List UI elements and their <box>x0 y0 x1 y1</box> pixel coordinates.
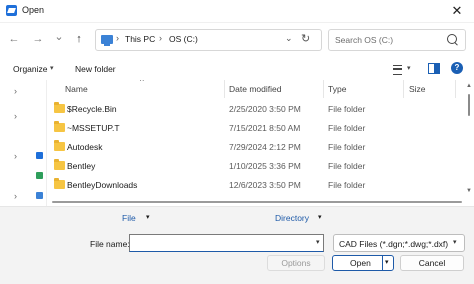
file-row[interactable]: ~MSSETUP.T 7/15/2021 8:50 AM File folder <box>47 118 465 138</box>
file-type-filter[interactable]: CAD Files (*.dgn;*.dwg;*.dxf) ▾ <box>333 234 465 252</box>
folder-icon <box>54 178 65 189</box>
expand-chevron-icon[interactable]: › <box>14 191 17 201</box>
file-date: 1/10/2025 3:36 PM <box>229 161 301 171</box>
close-button[interactable]: ✕ <box>444 2 470 20</box>
open-dropdown-icon[interactable]: ▾ <box>385 256 389 270</box>
file-name: ~MSSETUP.T <box>67 123 120 133</box>
column-header-name[interactable]: Name <box>65 84 88 94</box>
breadcrumb-os-c[interactable]: OS (C:) <box>169 34 198 44</box>
this-pc-icon <box>101 35 113 46</box>
column-header-size[interactable]: Size <box>409 84 426 94</box>
breadcrumb-separator: › <box>116 33 119 43</box>
file-type-filter-value: CAD Files (*.dgn;*.dwg;*.dxf) <box>339 239 449 249</box>
help-icon[interactable]: ? <box>451 62 463 74</box>
scroll-up-icon[interactable]: ▲ <box>466 83 472 89</box>
options-button[interactable]: Options <box>267 255 325 271</box>
app-icon <box>6 5 17 16</box>
network-icon[interactable] <box>36 172 43 179</box>
recent-locations-button[interactable]: ⌄ <box>50 28 68 46</box>
dialog-footer: File ▾ Directory ▾ File name: ▾ CAD File… <box>0 206 474 284</box>
scrollbar-thumb[interactable] <box>468 94 470 116</box>
search-icon <box>447 34 457 44</box>
title-bar: Open ✕ <box>0 0 474 23</box>
file-name: $Recycle.Bin <box>67 104 117 114</box>
address-dropdown-icon[interactable]: ⌄ <box>285 33 293 44</box>
file-name-label: File name: <box>90 239 130 249</box>
file-row[interactable]: $Recycle.Bin 2/25/2020 3:50 PM File fold… <box>47 99 465 119</box>
file-dropdown-icon[interactable]: ▾ <box>146 213 150 221</box>
file-type: File folder <box>328 123 366 133</box>
file-list: ^ Name Date modified Type Size $Recycle.… <box>47 80 465 206</box>
horizontal-scrollbar[interactable] <box>52 201 462 203</box>
file-date: 7/15/2021 8:50 AM <box>229 123 301 133</box>
file-name-input[interactable] <box>129 234 324 252</box>
column-divider[interactable] <box>455 80 456 98</box>
file-date: 2/25/2020 3:50 PM <box>229 104 301 114</box>
file-name-dropdown-icon[interactable]: ▾ <box>316 238 320 246</box>
up-button[interactable]: ↑ <box>70 30 88 48</box>
split-divider <box>382 256 383 270</box>
address-bar[interactable]: › This PC › OS (C:) ⌄ ↻ <box>95 29 322 51</box>
file-name: BentleyDownloads <box>67 180 138 190</box>
folder-icon <box>54 121 65 132</box>
file-type: File folder <box>328 104 366 114</box>
organize-button[interactable]: Organize <box>13 64 48 74</box>
open-button[interactable]: Open ▾ <box>332 255 394 271</box>
file-row[interactable]: Bentley 1/10/2025 3:36 PM File folder <box>47 156 465 176</box>
file-date: 12/6/2023 3:50 PM <box>229 180 301 190</box>
drive-icon[interactable] <box>36 152 43 159</box>
file-row[interactable]: Autodesk 7/29/2024 2:12 PM File folder <box>47 137 465 157</box>
file-type: File folder <box>328 180 366 190</box>
navigation-pane: › › › › <box>0 80 47 206</box>
expand-chevron-icon[interactable]: › <box>14 151 17 161</box>
expand-chevron-icon[interactable]: › <box>14 86 17 96</box>
organize-dropdown-icon[interactable]: ▾ <box>50 64 54 72</box>
column-divider[interactable] <box>403 80 404 98</box>
folder-icon <box>54 140 65 151</box>
file-type: File folder <box>328 142 366 152</box>
command-bar: Organize ▾ New folder ▾ ? <box>0 58 474 80</box>
window-title: Open <box>22 5 45 15</box>
chevron-down-icon: ▾ <box>453 239 457 246</box>
column-header-date-modified[interactable]: Date modified <box>229 84 281 94</box>
file-name: Autodesk <box>67 142 103 152</box>
pc-icon[interactable] <box>36 192 43 199</box>
breadcrumb-separator: › <box>159 33 162 43</box>
file-date: 7/29/2024 2:12 PM <box>229 142 301 152</box>
expand-chevron-icon[interactable]: › <box>14 111 17 121</box>
search-input[interactable]: Search OS (C:) <box>335 35 393 45</box>
folder-icon <box>54 159 65 170</box>
folder-icon <box>54 102 65 113</box>
back-button[interactable]: ← <box>5 30 23 48</box>
file-name: Bentley <box>67 161 96 171</box>
view-dropdown-icon[interactable]: ▾ <box>407 64 411 72</box>
column-header-type[interactable]: Type <box>328 84 346 94</box>
file-dropdown[interactable]: File <box>122 213 136 223</box>
scroll-down-icon[interactable]: ▼ <box>466 188 472 194</box>
directory-dropdown[interactable]: Directory <box>275 213 309 223</box>
column-divider[interactable] <box>323 80 324 98</box>
refresh-icon[interactable]: ↻ <box>301 32 310 45</box>
directory-dropdown-icon[interactable]: ▾ <box>318 213 322 221</box>
open-button-label: Open <box>350 258 371 268</box>
view-icon[interactable] <box>393 65 402 75</box>
breadcrumb-this-pc[interactable]: This PC <box>125 34 155 44</box>
forward-button[interactable]: → <box>29 30 47 48</box>
file-type: File folder <box>328 161 366 171</box>
column-divider[interactable] <box>224 80 225 98</box>
cancel-button[interactable]: Cancel <box>400 255 464 271</box>
vertical-scrollbar[interactable]: ▲ ▼ <box>465 80 474 200</box>
preview-pane-icon[interactable] <box>428 63 440 74</box>
search-box[interactable]: Search OS (C:) <box>328 29 466 51</box>
new-folder-button[interactable]: New folder <box>75 64 116 74</box>
file-row[interactable]: BentleyDownloads 12/6/2023 3:50 PM File … <box>47 175 465 195</box>
sort-ascending-icon: ^ <box>140 80 144 86</box>
